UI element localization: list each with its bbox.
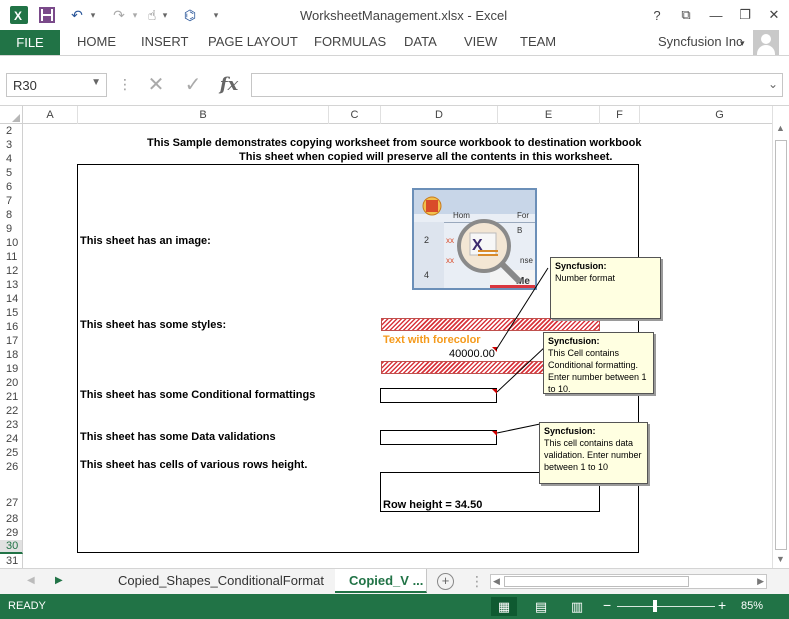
normal-view-icon[interactable]: ▦	[491, 597, 517, 616]
comment-number-format[interactable]: Syncfusion: Number format	[550, 257, 661, 319]
quick-access-more-icon[interactable]: ▾	[210, 5, 222, 25]
tab-page-layout[interactable]: PAGE LAYOUT	[208, 34, 298, 49]
comment-body: This cell contains data validation. Ente…	[544, 438, 642, 472]
comment-body: Number format	[555, 273, 616, 283]
touch-mode-icon[interactable]: ☝	[142, 5, 162, 25]
worksheet-grid[interactable]: A B C D E F G 2 3 4 5 6 7 8 9 10 11 12 1…	[0, 106, 772, 568]
svg-text:X: X	[14, 9, 22, 23]
customize-icon[interactable]: ⌬	[180, 5, 200, 25]
status-ready: READY	[8, 600, 46, 612]
restore-icon[interactable]: ❐	[734, 4, 756, 26]
formula-bar-grip-icon[interactable]: ⋮	[118, 76, 132, 93]
comment-conditional-format[interactable]: Syncfusion: This Cell contains Condition…	[543, 332, 654, 394]
scroll-up-icon[interactable]: ▲	[776, 123, 785, 133]
ribbon-tabs: FILE HOME INSERT PAGE LAYOUT FORMULAS DA…	[0, 30, 789, 56]
zoom-level[interactable]: 85%	[741, 600, 763, 612]
help-icon[interactable]: ?	[646, 4, 668, 26]
name-box-value: R30	[13, 78, 37, 93]
tab-view[interactable]: VIEW	[464, 34, 497, 49]
redo-icon[interactable]: ↷	[108, 5, 130, 25]
tab-team[interactable]: TEAM	[520, 34, 556, 49]
tab-formulas[interactable]: FORMULAS	[314, 34, 386, 49]
cancel-icon[interactable]: ✕	[141, 72, 171, 96]
sheet-tab-copied-shapes[interactable]: Copied_Shapes_ConditionalFormat	[104, 569, 339, 593]
undo-icon[interactable]: ↶	[66, 5, 88, 25]
excel-logo-icon: X	[8, 5, 30, 25]
account-name[interactable]: Syncfusion Inc	[658, 34, 743, 49]
tab-insert[interactable]: INSERT	[141, 34, 188, 49]
formula-input[interactable]: ⌄	[251, 73, 783, 97]
formula-bar: R30 ▼ ⋮ ✕ ✓ fx ⌄	[0, 56, 789, 106]
window-title: WorksheetManagement.xlsx - Excel	[300, 8, 508, 23]
page-layout-view-icon[interactable]: ▤	[528, 597, 554, 616]
prev-sheet-icon[interactable]: ◀	[27, 575, 35, 586]
comment-title: Syncfusion:	[548, 336, 600, 346]
add-sheet-icon[interactable]: +	[437, 573, 454, 590]
tab-split-handle-icon[interactable]: ⋮	[470, 573, 484, 590]
sheet-tab-copied-v[interactable]: Copied_V ...	[335, 569, 427, 593]
next-sheet-icon[interactable]: ▶	[55, 575, 63, 586]
title-bar: X ↶ ▾ ↷ ▾ ☝ ▾ ⌬ ▾ WorksheetManagement.xl…	[0, 0, 789, 30]
insert-function-icon[interactable]: fx	[214, 72, 244, 96]
name-box[interactable]: R30 ▼	[6, 73, 107, 97]
scroll-down-icon[interactable]: ▼	[776, 554, 785, 564]
zoom-in-icon[interactable]: +	[718, 597, 726, 613]
comment-title: Syncfusion:	[544, 426, 596, 436]
undo-dropdown-icon[interactable]: ▾	[88, 5, 98, 25]
close-icon[interactable]: ✕	[763, 4, 785, 26]
comment-data-validation[interactable]: Syncfusion: This cell contains data vali…	[539, 422, 648, 484]
page-break-view-icon[interactable]: ▥	[564, 597, 590, 616]
horizontal-scroll-thumb[interactable]	[504, 576, 689, 587]
touch-dropdown-icon[interactable]: ▾	[160, 5, 170, 25]
name-box-dropdown-icon[interactable]: ▼	[91, 77, 101, 88]
tab-home[interactable]: HOME	[77, 34, 116, 49]
comment-body: This Cell contains Conditional formattin…	[548, 348, 647, 394]
sheet-tabs-bar: ◀ ▶ Copied_Shapes_ConditionalFormat Copi…	[0, 568, 789, 594]
tab-data[interactable]: DATA	[404, 34, 437, 49]
account-dropdown-icon[interactable]: ▾	[740, 38, 745, 49]
status-bar: READY ▦ ▤ ▥ − + 85%	[0, 594, 789, 619]
minimize-icon[interactable]: —	[705, 4, 727, 26]
expand-formula-icon[interactable]: ⌄	[768, 77, 778, 91]
save-icon[interactable]	[36, 5, 58, 25]
horizontal-scrollbar[interactable]: ◀ ▶	[490, 574, 767, 589]
zoom-out-icon[interactable]: −	[603, 597, 611, 613]
comment-title: Syncfusion:	[555, 261, 607, 271]
zoom-slider[interactable]	[617, 606, 715, 607]
scroll-right-icon[interactable]: ▶	[757, 576, 764, 587]
excel-window: X ↶ ▾ ↷ ▾ ☝ ▾ ⌬ ▾ WorksheetManagement.xl…	[0, 0, 789, 619]
ribbon-display-icon[interactable]: ⧉	[675, 4, 697, 26]
zoom-slider-thumb[interactable]	[653, 600, 657, 612]
comment-arrows	[495, 267, 549, 434]
scroll-left-icon[interactable]: ◀	[493, 576, 500, 587]
avatar[interactable]	[753, 30, 779, 56]
redo-dropdown-icon[interactable]: ▾	[130, 5, 140, 25]
file-tab[interactable]: FILE	[0, 30, 60, 55]
enter-icon[interactable]: ✓	[178, 72, 208, 96]
vertical-scrollbar[interactable]: ▲ ▼	[772, 106, 789, 568]
vertical-scroll-thumb[interactable]	[775, 140, 787, 550]
